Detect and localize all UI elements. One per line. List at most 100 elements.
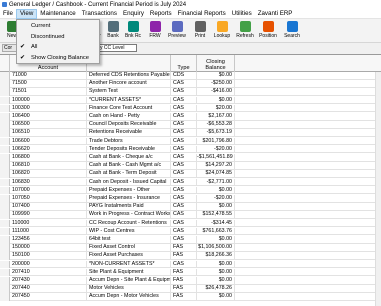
table-row[interactable]: 150100 Fixed Asset Purchases FAS $18,266.36 bbox=[0, 252, 381, 260]
type-cell: CAS bbox=[171, 186, 197, 195]
menu-transactions[interactable]: Transactions bbox=[79, 9, 120, 19]
table-row[interactable]: 207440 Motor Vehicles FAS $26,478.26 bbox=[0, 285, 381, 293]
description-cell: CC Recoup Account - Retentions bbox=[87, 219, 171, 228]
menu-zavanti-erp[interactable]: Zavanti ERP bbox=[255, 9, 296, 19]
menu-file[interactable]: File bbox=[0, 9, 16, 19]
row-selector bbox=[0, 268, 10, 277]
row-selector bbox=[0, 113, 10, 121]
table-row[interactable]: 106510 Retentions Receivable CAS -$5,673.19 bbox=[0, 129, 381, 137]
row-selector bbox=[0, 178, 10, 187]
table-row[interactable]: 106400 Cash on Hand - Petty CAS $2,167.00 bbox=[0, 113, 381, 121]
balance-cell: -$416.00 bbox=[197, 88, 235, 96]
menu-view[interactable]: View bbox=[15, 8, 38, 19]
header-type[interactable]: Type bbox=[171, 55, 197, 72]
row-selector bbox=[0, 227, 10, 236]
table-row[interactable]: 207410 Site Plant & Equipment FAS $0.00 bbox=[0, 268, 381, 277]
toolbar-button-refresh[interactable]: Refresh bbox=[235, 20, 255, 42]
account-cell: 110000 bbox=[10, 219, 87, 228]
toolbar-button-frw[interactable]: FRW bbox=[145, 20, 165, 42]
menu-utilities[interactable]: Utilities bbox=[229, 9, 255, 19]
table-row[interactable]: 207430 Accum Depn - Site Plant & Equipmen… bbox=[0, 277, 381, 285]
row-selector bbox=[0, 195, 10, 203]
table-row[interactable]: 110000 CC Recoup Account - Retentions CAS -… bbox=[0, 219, 381, 228]
table-row[interactable]: 111000 WIP - Cost Centres CAS $761,663.76 bbox=[0, 227, 381, 236]
table-row[interactable]: 123456 64bit test CAS $0.00 bbox=[0, 236, 381, 244]
row-selector bbox=[0, 285, 10, 293]
balance-cell: $152,478.55 bbox=[197, 211, 235, 219]
table-row[interactable]: 106820 Cash at Bank - Term Deposit CAS $24,… bbox=[0, 170, 381, 178]
toolbar-button-bank[interactable]: Bank bbox=[103, 20, 123, 42]
type-cell: CAS bbox=[171, 121, 197, 129]
type-cell: CDS bbox=[171, 72, 197, 80]
table-row[interactable]: 150000 Fixed Asset Control FAS $1,106,500.0… bbox=[0, 244, 381, 252]
lookup-icon bbox=[216, 21, 228, 32]
toolbar-button-bnk-rc[interactable]: Bnk Rc bbox=[123, 20, 143, 42]
table-row[interactable]: 71500 Another Fincore account CAS -$250.00 bbox=[0, 80, 381, 88]
type-cell: CAS bbox=[171, 145, 197, 154]
table-row[interactable]: 106620 Tender Deposits Receivable CAS -$20.… bbox=[0, 145, 381, 154]
empty-cell bbox=[235, 277, 381, 285]
row-selector bbox=[0, 170, 10, 178]
empty-cell bbox=[235, 179, 381, 187]
toolbar-button-preview[interactable]: Preview bbox=[167, 20, 187, 42]
description-cell: Cash at Bank - Cheque a/c bbox=[87, 154, 171, 162]
description-cell: Retentions Receivable bbox=[87, 129, 171, 137]
view-menu-item-label: Current bbox=[31, 23, 51, 29]
menu-reports[interactable]: Reports bbox=[147, 9, 175, 19]
empty-cell bbox=[235, 195, 381, 203]
balance-cell: -$6,553.28 bbox=[197, 121, 235, 129]
account-cell: 123456 bbox=[10, 236, 87, 244]
row-selector bbox=[0, 244, 10, 252]
toolbar-button-search[interactable]: Search bbox=[282, 20, 302, 42]
view-menu-item-all[interactable]: ✔ All bbox=[17, 42, 99, 52]
type-cell: FAS bbox=[171, 293, 197, 301]
vertical-scrollbar[interactable] bbox=[375, 72, 381, 306]
header-closing-balance[interactable]: Closing Balance bbox=[197, 55, 235, 72]
table-row[interactable]: 207450 Accum Depn - Motor Vehicles FAS $0.0… bbox=[0, 293, 381, 301]
table-row[interactable]: 100000 *CURRENT ASSETS* CAS $0.00 bbox=[0, 96, 381, 105]
table-row[interactable]: 107050 Prepaid Expenses - Insurance CAS -$2… bbox=[0, 195, 381, 203]
account-cell: 207430 bbox=[10, 277, 87, 285]
table-row[interactable]: 106810 Cash at Bank - Cash Mgmt a/c CAS $14… bbox=[0, 162, 381, 170]
empty-cell bbox=[235, 146, 381, 154]
table-row[interactable]: 200000 *NON-CURRENT ASSETS* CAS $0.00 bbox=[0, 260, 381, 269]
toolbar-button-print[interactable]: Print bbox=[190, 20, 210, 42]
balance-cell: $0.00 bbox=[197, 236, 235, 244]
description-cell: Accum Depn - Site Plant & Equipment bbox=[89, 277, 171, 285]
empty-cell bbox=[235, 236, 381, 244]
menu-maintenance[interactable]: Maintenance bbox=[37, 9, 78, 19]
description-cell: Council Deposits Receivable bbox=[87, 121, 171, 129]
preview-icon bbox=[171, 21, 183, 32]
row-selector bbox=[0, 72, 10, 80]
toolbar-button-lookup[interactable]: Lookup bbox=[212, 20, 232, 42]
toolbar-button-position[interactable]: Position bbox=[258, 20, 278, 42]
table-row[interactable]: 107400 PAYG Instalments Paid CAS $0.00 bbox=[0, 203, 381, 211]
table-row[interactable]: 71501 System Test CAS -$416.00 bbox=[0, 88, 381, 96]
empty-cell bbox=[235, 154, 381, 162]
row-selector bbox=[0, 186, 10, 195]
type-cell: CAS bbox=[171, 129, 197, 137]
menu-financial-reports[interactable]: Financial Reports bbox=[175, 9, 229, 19]
bank-icon bbox=[107, 21, 119, 32]
view-menu-item-current[interactable]: Current bbox=[17, 21, 99, 31]
description-cell: Fixed Asset Control bbox=[87, 244, 171, 252]
table-row[interactable]: 106500 Council Deposits Receivable CAS -$6,… bbox=[0, 121, 381, 129]
table-row[interactable]: 100300 Finance Core Test Account CAS $20.00 bbox=[0, 104, 381, 113]
account-cell: 106800 bbox=[10, 154, 87, 162]
table-row[interactable]: 106600 Trade Debtors CAS $201,796.80 bbox=[0, 137, 381, 146]
table-row[interactable]: 107000 Prepaid Expenses - Other CAS $0.00 bbox=[0, 186, 381, 195]
account-cell: 106500 bbox=[10, 121, 87, 129]
type-cell: CAS bbox=[171, 88, 197, 96]
table-row[interactable]: 106830 Cash on Deposit - Issued Capital CA… bbox=[0, 178, 381, 187]
table-row[interactable]: 106800 Cash at Bank - Cheque a/c CAS -$1,56… bbox=[0, 154, 381, 162]
table-row[interactable]: 71000 Deferred CDS Retentions Payable CDS $… bbox=[0, 72, 381, 80]
table-row[interactable]: 109990 Work in Progress - Contract Works C… bbox=[0, 211, 381, 219]
level-select[interactable]: y CC Level bbox=[97, 44, 137, 52]
menu-enquiry[interactable]: Enquiry bbox=[120, 9, 147, 19]
view-menu-item-show-closing-balance[interactable]: ✔ Show Closing Balance bbox=[17, 53, 99, 63]
checkmark-icon: ✔ bbox=[20, 44, 26, 50]
type-cell: CAS bbox=[171, 219, 197, 228]
view-menu-item-discontinued[interactable]: Discontinued bbox=[17, 32, 99, 42]
window-title: General Ledger / Cashbook - Current Fina… bbox=[9, 1, 187, 8]
row-selector bbox=[0, 236, 10, 244]
